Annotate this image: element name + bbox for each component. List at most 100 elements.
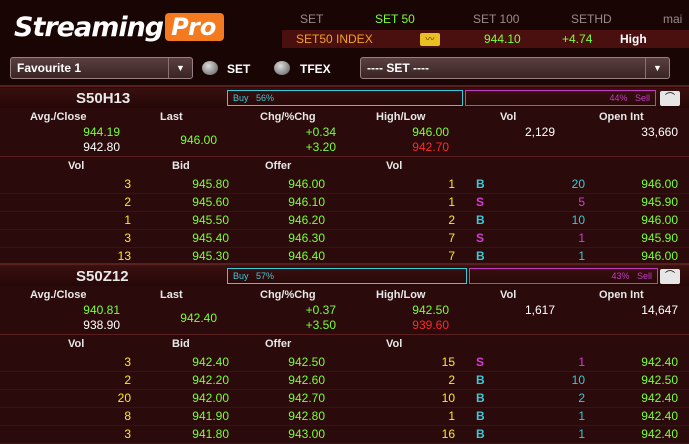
offer-volume: 10 <box>441 391 455 405</box>
row-divider <box>0 371 689 372</box>
high-low-header: High/Low <box>376 111 426 123</box>
market-dropdown[interactable]: ---- SET ---- ▼ <box>360 57 670 79</box>
trade-side: S <box>476 355 485 369</box>
close-value: 942.80 <box>83 140 120 154</box>
section-divider <box>0 334 689 335</box>
offer-volume: 2 <box>448 373 455 387</box>
trade-side: B <box>476 409 485 423</box>
offer-volume: 1 <box>448 177 455 191</box>
trade-side: S <box>476 195 485 209</box>
chg-header: Chg/%Chg <box>260 111 316 123</box>
row-divider <box>0 247 689 248</box>
buy-pct: 57% <box>256 271 275 281</box>
pchg-value: +3.20 <box>305 140 336 154</box>
bid-price: 945.80 <box>192 177 229 191</box>
pchg-value: +3.50 <box>305 318 336 332</box>
trade-price: 946.00 <box>641 177 678 191</box>
tab-set100[interactable]: SET 100 <box>473 12 519 26</box>
trade-price: 942.40 <box>641 427 678 441</box>
tab-set50[interactable]: SET 50 <box>375 12 415 26</box>
trade-price: 946.00 <box>641 213 678 227</box>
offer-price: 946.20 <box>288 213 325 227</box>
bid-price: 945.60 <box>192 195 229 209</box>
symbol-name[interactable]: S50Z12 <box>76 268 129 285</box>
bid-price: 942.00 <box>192 391 229 405</box>
sell-pct: 44% <box>609 93 628 103</box>
favourite-dropdown[interactable]: Favourite 1 ▼ <box>10 57 193 79</box>
trend-icon[interactable]: 〰 <box>420 33 440 46</box>
trade-price: 942.40 <box>641 355 678 369</box>
last-value: 946.00 <box>180 133 217 147</box>
offer-volume: 7 <box>448 231 455 245</box>
sell-label: Sell <box>634 93 650 103</box>
trade-volume: 2 <box>578 391 585 405</box>
trade-volume: 20 <box>571 177 585 191</box>
chart-icon[interactable]: ⌒ <box>660 91 680 106</box>
chart-icon[interactable]: ⌒ <box>660 269 680 284</box>
offer-vol-header: Vol <box>386 338 403 350</box>
avg-close-header: Avg./Close <box>30 111 87 123</box>
avg-value: 940.81 <box>83 303 120 317</box>
trade-volume: 5 <box>578 195 585 209</box>
trade-volume: 1 <box>578 427 585 441</box>
chevron-down-icon: ▼ <box>168 58 192 78</box>
bid-volume: 2 <box>124 373 131 387</box>
row-divider <box>0 211 689 212</box>
buy-ratio-bar: Buy 57% <box>227 268 467 284</box>
bid-volume: 2 <box>124 195 131 209</box>
offer-price: 942.50 <box>288 355 325 369</box>
streamingpro-logo: Streaming Pro <box>14 10 225 44</box>
open-int-header: Open Int <box>599 111 644 123</box>
bid-volume: 13 <box>117 249 131 263</box>
index-level: High <box>620 32 647 46</box>
trade-side: B <box>476 373 485 387</box>
tab-sethd[interactable]: SETHD <box>571 12 612 26</box>
offer-volume: 7 <box>448 249 455 263</box>
offer-volume: 16 <box>441 427 455 441</box>
bid-price: 941.80 <box>192 427 229 441</box>
bid-price: 942.20 <box>192 373 229 387</box>
symbol-name[interactable]: S50H13 <box>76 90 130 107</box>
high-low-header: High/Low <box>376 289 426 301</box>
trade-price: 945.90 <box>641 231 678 245</box>
bid-header: Bid <box>172 160 190 172</box>
bid-volume: 1 <box>124 213 131 227</box>
bid-price: 945.40 <box>192 231 229 245</box>
bid-vol-header: Vol <box>68 338 85 350</box>
radio-tfex[interactable] <box>274 61 290 75</box>
bid-price: 945.30 <box>192 249 229 263</box>
avg-close-header: Avg./Close <box>30 289 87 301</box>
trade-side: B <box>476 177 485 191</box>
radio-set[interactable] <box>202 61 218 75</box>
buy-label: Buy <box>233 93 249 103</box>
bid-volume: 20 <box>117 391 131 405</box>
chevron-down-icon: ▼ <box>645 58 669 78</box>
bid-vol-header: Vol <box>68 160 85 172</box>
offer-price: 942.70 <box>288 391 325 405</box>
offer-volume: 1 <box>448 195 455 209</box>
tab-set[interactable]: SET <box>300 12 323 26</box>
bid-price: 941.90 <box>192 409 229 423</box>
trade-side: B <box>476 391 485 405</box>
open-int-value: 14,647 <box>641 303 678 317</box>
low-value: 939.60 <box>412 318 449 332</box>
row-divider <box>0 389 689 390</box>
chg-value: +0.34 <box>305 125 336 139</box>
panel-separator <box>0 85 689 87</box>
bid-volume: 3 <box>124 231 131 245</box>
offer-price: 942.80 <box>288 409 325 423</box>
row-divider <box>0 425 689 426</box>
trade-price: 942.40 <box>641 409 678 423</box>
trade-price: 945.90 <box>641 195 678 209</box>
vol-value: 2,129 <box>524 125 555 139</box>
trade-volume: 1 <box>578 355 585 369</box>
buy-pct: 56% <box>256 93 275 103</box>
market-value: ---- SET ---- <box>367 61 429 75</box>
vol-value: 1,617 <box>524 303 555 317</box>
tab-mai[interactable]: mai <box>663 12 682 26</box>
offer-vol-header: Vol <box>386 160 403 172</box>
close-value: 938.90 <box>83 318 120 332</box>
offer-price: 943.00 <box>288 427 325 441</box>
sell-ratio-bar: 43% Sell <box>469 268 658 284</box>
trade-price: 942.50 <box>641 373 678 387</box>
